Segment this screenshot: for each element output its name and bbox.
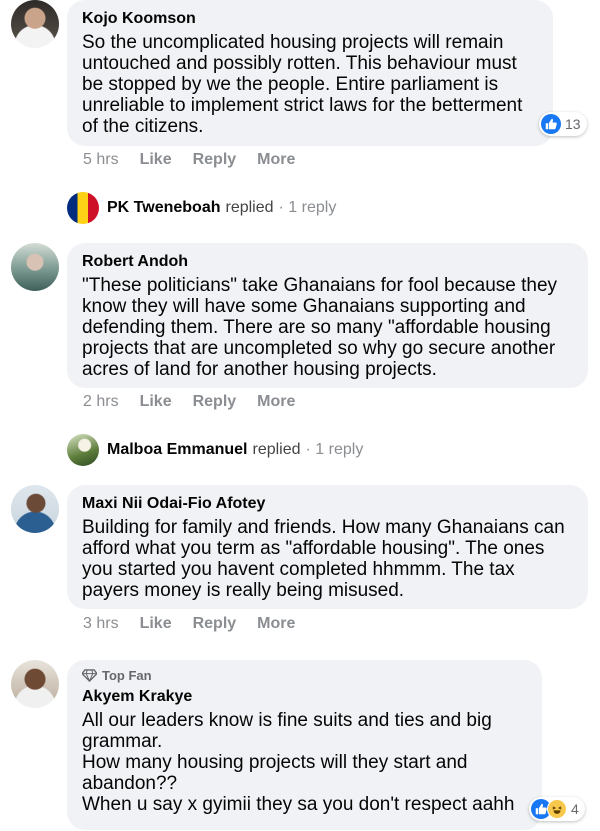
reply-label: replied [225,199,274,216]
comment-actions: 2 hrs Like Reply More [83,393,316,411]
avatar[interactable] [11,243,59,291]
like-button[interactable]: Like [140,615,172,633]
comment-bubble: Top Fan Akyem Krakye All our leaders kno… [67,660,542,830]
comment-text: So the uncomplicated housing projects wi… [82,32,528,137]
comment-bubble: Robert Andoh "These politicians" take Gh… [67,243,588,388]
like-button[interactable]: Like [140,151,172,169]
reply-label: replied [252,441,301,458]
reply-button[interactable]: Reply [193,151,237,169]
reply-author[interactable]: Malboa Emmanuel [107,441,247,459]
comment-time[interactable]: 5 hrs [83,151,119,169]
badge-label: Top Fan [102,668,152,683]
more-button[interactable]: More [257,151,295,169]
comment-text: Building for family and friends. How man… [82,517,570,601]
comment-actions: 3 hrs Like Reply More [83,615,316,633]
avatar[interactable] [11,0,59,48]
avatar [67,434,99,466]
avatar [67,192,99,224]
avatar[interactable] [11,485,59,533]
view-replies-link[interactable]: Malboa Emmanuel replied · 1 reply [67,434,363,466]
comment-actions: 5 hrs Like Reply More [83,151,316,169]
comment-author[interactable]: Akyem Krakye [82,687,527,706]
comment-text: All our leaders know is fine suits and t… [82,710,515,815]
more-button[interactable]: More [257,615,295,633]
reply-button[interactable]: Reply [193,615,237,633]
comment-text: "These politicians" take Ghanaians for f… [82,275,563,380]
reaction-count: 4 [571,801,579,817]
view-replies-link[interactable]: PK Tweneboah replied · 1 reply [67,192,336,224]
comment-time[interactable]: 2 hrs [83,393,119,411]
comment-bubble: Maxi Nii Odai-Fio Afotey Building for fa… [67,485,588,609]
comment-author[interactable]: Kojo Koomson [82,9,538,28]
avatar[interactable] [11,660,59,708]
top-fan-badge: Top Fan [82,668,527,683]
comment-bubble: Kojo Koomson So the uncomplicated housin… [67,0,553,146]
more-button[interactable]: More [257,393,295,411]
reply-button[interactable]: Reply [193,393,237,411]
like-icon [541,114,561,134]
reaction-summary[interactable]: 13 [539,112,587,136]
reply-author[interactable]: PK Tweneboah [107,199,221,217]
comment-author[interactable]: Robert Andoh [82,252,573,271]
reaction-summary[interactable]: 4 [529,797,585,821]
diamond-icon [82,669,97,682]
comment-time[interactable]: 3 hrs [83,615,119,633]
like-button[interactable]: Like [140,393,172,411]
haha-icon [547,799,567,819]
reply-count[interactable]: · 1 reply [279,199,337,217]
comment-author[interactable]: Maxi Nii Odai-Fio Afotey [82,494,573,513]
reply-count[interactable]: · 1 reply [306,441,364,459]
reaction-count: 13 [565,116,581,132]
